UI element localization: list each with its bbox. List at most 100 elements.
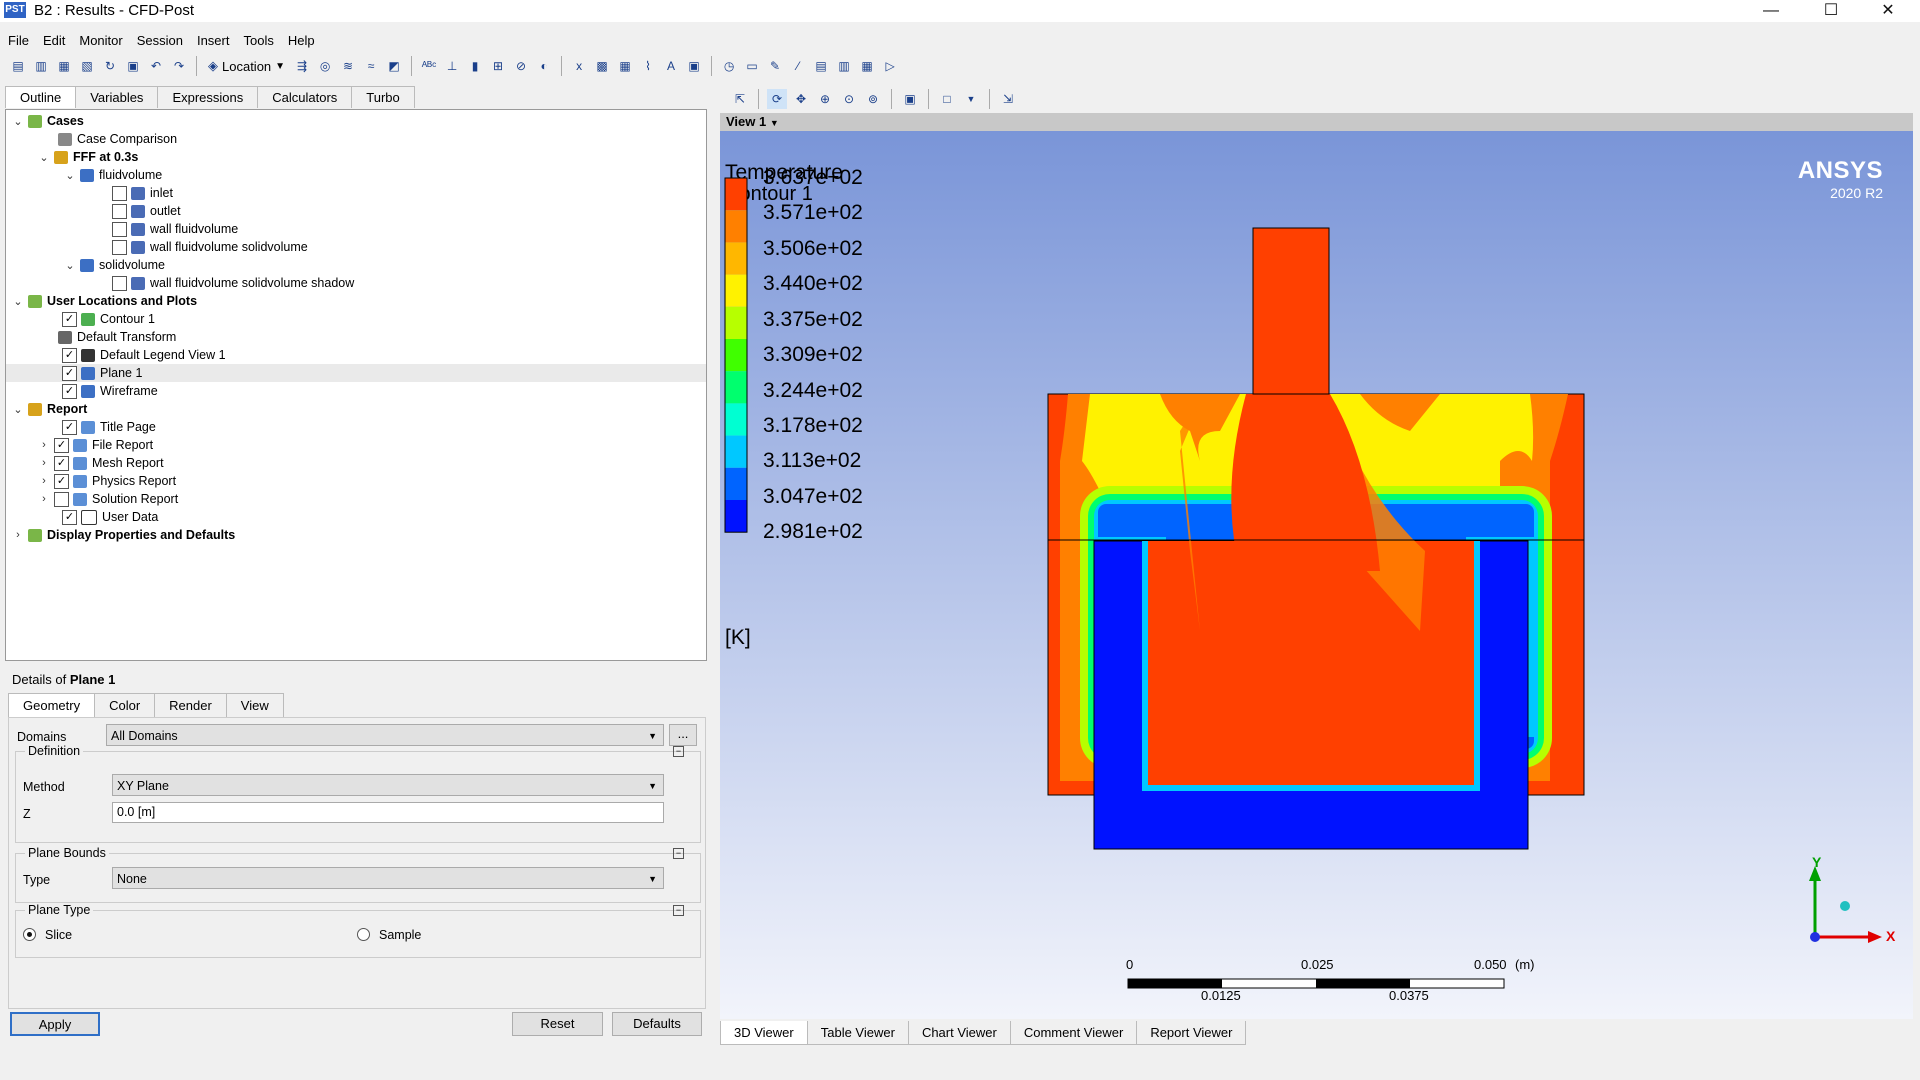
undo-icon[interactable]: ↶ bbox=[146, 56, 166, 76]
tab-table-viewer[interactable]: Table Viewer bbox=[806, 1021, 909, 1045]
function-calculator-icon[interactable]: ▤ bbox=[811, 56, 831, 76]
menu-edit[interactable]: Edit bbox=[43, 33, 65, 48]
streamline-icon[interactable]: ≋ bbox=[338, 56, 358, 76]
chart-icon[interactable]: ⌇ bbox=[638, 56, 658, 76]
collapse-icon[interactable]: − bbox=[673, 848, 684, 859]
open-icon[interactable]: ▥ bbox=[31, 56, 51, 76]
table-icon[interactable]: ▦ bbox=[615, 56, 635, 76]
chevron-down-icon[interactable]: ⌄ bbox=[12, 295, 24, 308]
tree-item-mesh-report[interactable]: › ✓ Mesh Report bbox=[38, 454, 164, 472]
legend-icon[interactable]: ▮ bbox=[465, 56, 485, 76]
chevron-down-icon[interactable]: ⌄ bbox=[64, 259, 76, 272]
tree-item-wall-shadow[interactable]: wall fluidvolume solidvolume shadow bbox=[112, 274, 354, 292]
tree-item-fluidvolume[interactable]: ⌄ fluidvolume bbox=[64, 166, 162, 184]
tree-item-solidvolume[interactable]: ⌄ solidvolume bbox=[64, 256, 165, 274]
visibility-checkbox[interactable]: ✓ bbox=[54, 455, 69, 471]
tree-item-outlet[interactable]: outlet bbox=[112, 202, 181, 220]
tab-report-viewer[interactable]: Report Viewer bbox=[1136, 1021, 1247, 1045]
instance-transform-icon[interactable]: ⊞ bbox=[488, 56, 508, 76]
tree-item-report[interactable]: ⌄ Report bbox=[12, 400, 87, 418]
tab-outline[interactable]: Outline bbox=[5, 86, 77, 108]
tree-item-user-locations[interactable]: ⌄ User Locations and Plots bbox=[12, 292, 197, 310]
chevron-down-icon[interactable]: ⌄ bbox=[38, 151, 50, 164]
tree-item-inlet[interactable]: inlet bbox=[112, 184, 173, 202]
tree-item-fff[interactable]: ⌄ FFF at 0.3s bbox=[38, 148, 138, 166]
command-editor-icon[interactable]: ▷ bbox=[880, 56, 900, 76]
color-map-icon[interactable]: ◐ bbox=[534, 56, 554, 76]
volume-rendering-icon[interactable]: ◩ bbox=[384, 56, 404, 76]
tree-item-plane1[interactable]: ✓ Plane 1 bbox=[6, 364, 706, 382]
probe-icon[interactable]: ⁄ bbox=[788, 56, 808, 76]
visibility-checkbox[interactable]: ✓ bbox=[54, 437, 69, 453]
visibility-checkbox[interactable] bbox=[112, 239, 127, 255]
menu-help[interactable]: Help bbox=[288, 33, 315, 48]
chevron-right-icon[interactable]: › bbox=[38, 457, 50, 469]
viewport-3d[interactable]: Temperature Contour 1 3.637e+02 3.571e+0… bbox=[720, 131, 1913, 1019]
zoom-box-icon[interactable]: ⊙ bbox=[839, 89, 859, 109]
load-results-icon[interactable]: ▦ bbox=[54, 56, 74, 76]
menu-monitor[interactable]: Monitor bbox=[79, 33, 122, 48]
location-button[interactable]: ◈ Location ▼ bbox=[204, 56, 289, 76]
particle-track-icon[interactable]: ≈ bbox=[361, 56, 381, 76]
chevron-down-icon[interactable]: ⌄ bbox=[12, 403, 24, 416]
tab-3d-viewer[interactable]: 3D Viewer bbox=[720, 1021, 808, 1045]
chevron-down-icon[interactable]: ⌄ bbox=[64, 169, 76, 182]
domains-select[interactable]: All Domains ▼ bbox=[106, 724, 664, 746]
highlight-icon[interactable]: ▣ bbox=[900, 89, 920, 109]
type-select[interactable]: None ▼ bbox=[112, 867, 664, 889]
text-icon[interactable]: ᴬᴮᶜ bbox=[419, 56, 439, 76]
visibility-checkbox[interactable]: ✓ bbox=[62, 347, 77, 363]
tree-item-physics-report[interactable]: › ✓ Physics Report bbox=[38, 472, 176, 490]
tree-item-title-page[interactable]: ✓ Title Page bbox=[62, 418, 156, 436]
figure-icon[interactable]: ▣ bbox=[684, 56, 704, 76]
tab-calculators[interactable]: Calculators bbox=[257, 86, 353, 108]
close-button[interactable]: ✕ bbox=[1860, 0, 1916, 22]
rotate-icon[interactable]: ⟳ bbox=[767, 89, 787, 109]
visibility-checkbox[interactable]: ✓ bbox=[62, 365, 77, 381]
tree-item-solution-report[interactable]: › Solution Report bbox=[38, 490, 178, 508]
tree-item-display-properties[interactable]: › Display Properties and Defaults bbox=[12, 526, 235, 544]
tree-item-default-legend[interactable]: ✓ Default Legend View 1 bbox=[62, 346, 226, 364]
tree-item-contour1[interactable]: ✓ Contour 1 bbox=[62, 310, 155, 328]
mesh-calculator-icon[interactable]: ▦ bbox=[857, 56, 877, 76]
clip-plane-icon[interactable]: ⊘ bbox=[511, 56, 531, 76]
tree-item-case-comparison[interactable]: Case Comparison bbox=[58, 130, 177, 148]
quick-editor-icon[interactable]: ✎ bbox=[765, 56, 785, 76]
chevron-down-icon[interactable]: ▼ bbox=[961, 89, 981, 109]
tab-expressions[interactable]: Expressions bbox=[157, 86, 259, 108]
tree-item-wall-fluidvolume-solidvolume[interactable]: wall fluidvolume solidvolume bbox=[112, 238, 308, 256]
view-selector[interactable]: View 1 ▼ bbox=[720, 113, 1913, 131]
tab-turbo[interactable]: Turbo bbox=[351, 86, 415, 108]
expression-icon[interactable]: ▩ bbox=[592, 56, 612, 76]
visibility-checkbox[interactable] bbox=[112, 203, 127, 219]
visibility-checkbox[interactable] bbox=[54, 491, 69, 507]
collapse-icon[interactable]: − bbox=[673, 905, 684, 916]
detach-icon[interactable]: ⇲ bbox=[998, 89, 1018, 109]
tree-item-file-report[interactable]: › ✓ File Report bbox=[38, 436, 153, 454]
tree-item-wireframe[interactable]: ✓ Wireframe bbox=[62, 382, 158, 400]
visibility-checkbox[interactable]: ✓ bbox=[62, 509, 77, 525]
vector-icon[interactable]: ⇶ bbox=[292, 56, 312, 76]
viewport-layout-icon[interactable]: □ bbox=[937, 89, 957, 109]
tree-item-cases[interactable]: ⌄ Cases bbox=[12, 112, 83, 130]
visibility-checkbox[interactable]: ✓ bbox=[62, 419, 77, 435]
domains-picker-button[interactable]: ... bbox=[669, 724, 697, 746]
tab-render[interactable]: Render bbox=[154, 693, 227, 717]
tab-variables[interactable]: Variables bbox=[75, 86, 159, 108]
chevron-right-icon[interactable]: › bbox=[12, 529, 24, 541]
pan-icon[interactable]: ✥ bbox=[791, 89, 811, 109]
tab-color[interactable]: Color bbox=[94, 693, 156, 717]
chevron-down-icon[interactable]: ⌄ bbox=[12, 115, 24, 128]
menu-session[interactable]: Session bbox=[137, 33, 183, 48]
macro-calculator-icon[interactable]: ▥ bbox=[834, 56, 854, 76]
visibility-checkbox[interactable]: ✓ bbox=[62, 383, 77, 399]
timestep-icon[interactable]: ◷ bbox=[719, 56, 739, 76]
maximize-button[interactable]: ☐ bbox=[1803, 0, 1859, 22]
save-icon[interactable]: ▧ bbox=[77, 56, 97, 76]
defaults-button[interactable]: Defaults bbox=[612, 1012, 702, 1036]
contour-icon[interactable]: ◎ bbox=[315, 56, 335, 76]
collapse-icon[interactable]: − bbox=[673, 746, 684, 757]
refresh-icon[interactable]: ↻ bbox=[100, 56, 120, 76]
visibility-checkbox[interactable]: ✓ bbox=[62, 311, 77, 327]
tab-comment-viewer[interactable]: Comment Viewer bbox=[1009, 1021, 1138, 1045]
